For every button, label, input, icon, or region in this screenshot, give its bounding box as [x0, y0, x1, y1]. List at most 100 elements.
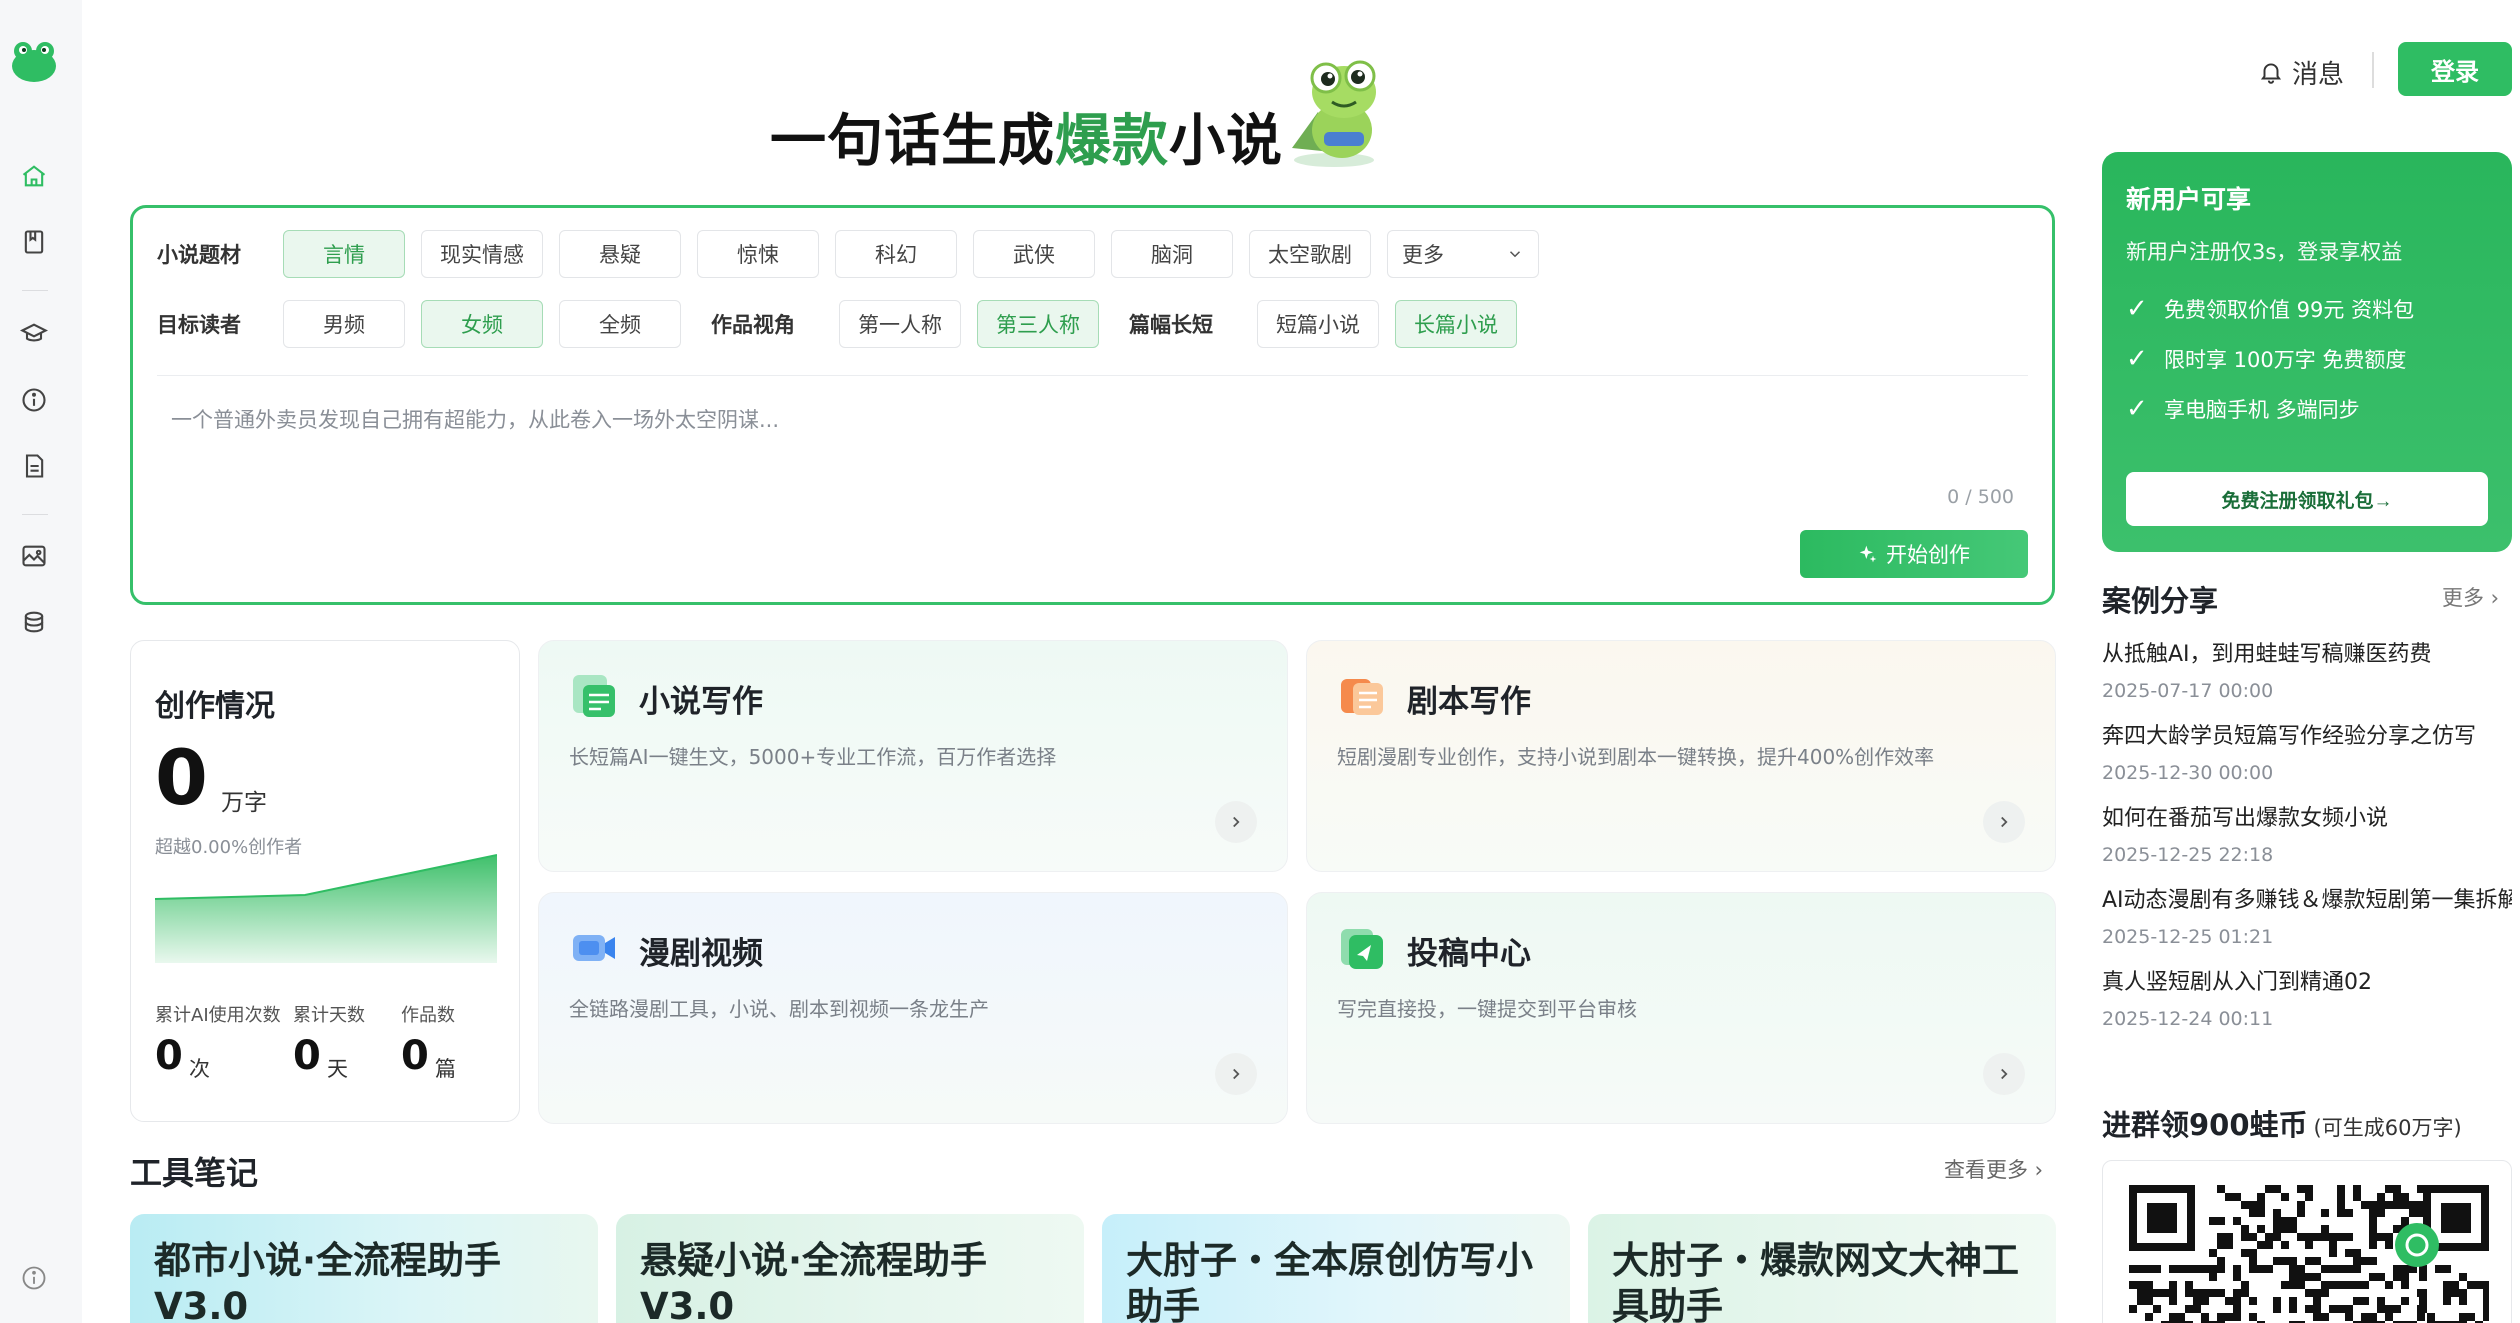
- info-icon[interactable]: [20, 386, 48, 414]
- chevron-right-icon[interactable]: [1215, 1053, 1257, 1095]
- case-item[interactable]: 真人竖短剧从入门到精通02 2025-12-24 00:11: [2102, 964, 2512, 1030]
- view-chip[interactable]: 第一人称: [839, 300, 961, 348]
- chevron-right-icon[interactable]: [1215, 801, 1257, 843]
- feature-card-script[interactable]: 剧本写作 短剧漫剧专业创作，支持小说到剧本一键转换，提升400%创作效率: [1306, 640, 2056, 872]
- script-icon: [1341, 679, 1383, 715]
- tool-card-title: 都市小说·全流程助手: [154, 1239, 502, 1282]
- case-date: 2025-07-17 00:00: [2102, 680, 2274, 702]
- works-label: 作品数: [401, 1005, 455, 1026]
- topic-chip[interactable]: 武侠: [973, 230, 1095, 278]
- tool-card[interactable]: 大肘子・全本原创仿写小 助手: [1102, 1214, 1570, 1323]
- case-title: 奔四大龄学员短篇写作经验分享之仿写: [2102, 724, 2477, 749]
- reader-row: 目标读者 男频 女频 全频 作品视角 第一人称 第三人称 篇幅长短 短篇小说 长…: [157, 300, 1533, 348]
- case-title: 如何在番茄写出爆款女频小说: [2102, 806, 2389, 831]
- tool-card[interactable]: 都市小说·全流程助手 V3.0: [130, 1214, 598, 1323]
- chevron-right-icon[interactable]: [1983, 801, 2025, 843]
- check-icon: ✓: [2126, 294, 2148, 324]
- frog-logo-icon[interactable]: [10, 38, 58, 86]
- tool-notes-title: 工具笔记: [130, 1154, 259, 1192]
- check-icon: ✓: [2126, 394, 2148, 424]
- reader-chip[interactable]: 女频: [421, 300, 543, 348]
- cases-title: 案例分享: [2102, 584, 2219, 618]
- document-icon[interactable]: [20, 452, 48, 480]
- topic-chip[interactable]: 脑洞: [1111, 230, 1233, 278]
- feature-card-novel[interactable]: 小说写作 长短篇AI一键生文，5000+专业工作流，百万作者选择: [538, 640, 1288, 872]
- home-icon[interactable]: [20, 162, 48, 190]
- topic-chip[interactable]: 惊悚: [697, 230, 819, 278]
- start-creation-label: 开始创作: [1886, 544, 1970, 567]
- case-item[interactable]: 从抵触AI，到用蛙蛙写稿赚医药费 2025-07-17 00:00: [2102, 636, 2512, 702]
- rail-divider: [22, 290, 48, 291]
- promo-title: 新用户可享: [2126, 185, 2252, 214]
- days-unit: 天: [327, 1057, 348, 1081]
- feature-title: 漫剧视频: [639, 936, 763, 972]
- chevron-right-icon[interactable]: [1983, 1053, 2025, 1095]
- login-button[interactable]: 登录: [2398, 42, 2512, 96]
- tool-card[interactable]: 大肘子・爆款网文大神工 具助手: [1588, 1214, 2056, 1323]
- graduation-cap-icon[interactable]: [20, 320, 48, 348]
- coins-icon[interactable]: [20, 608, 48, 636]
- topic-more-dropdown[interactable]: 更多: [1387, 230, 1539, 278]
- case-title: AI动态漫剧有多赚钱＆爆款短剧第一集拆解: [2102, 888, 2512, 913]
- tool-notes-more-label: 查看更多: [1944, 1158, 2028, 1182]
- topic-chip[interactable]: 言情: [283, 230, 405, 278]
- chevron-down-icon: [1509, 251, 1521, 258]
- works-unit: 篇: [435, 1057, 456, 1081]
- feature-desc: 全链路漫剧工具，小说、剧本到视频一条龙生产: [569, 997, 989, 1021]
- prompt-divider: [157, 375, 2028, 376]
- feature-title: 小说写作: [639, 684, 763, 720]
- tool-card[interactable]: 悬疑小说·全流程助手 V3.0: [616, 1214, 1084, 1323]
- case-item[interactable]: 如何在番茄写出爆款女频小说 2025-12-25 22:18: [2102, 800, 2512, 866]
- hero-title-post: 小说: [1169, 109, 1283, 174]
- ai-usage-value: 0: [155, 1033, 183, 1079]
- cases-more-label: 更多: [2442, 586, 2484, 610]
- topic-more-label: 更多: [1402, 243, 1444, 267]
- tool-card-subtitle: V3.0: [154, 1285, 249, 1323]
- topic-chip[interactable]: 悬疑: [559, 230, 681, 278]
- days-label: 累计天数: [293, 1005, 365, 1026]
- feature-desc: 长短篇AI一键生文，5000+专业工作流，百万作者选择: [569, 745, 1057, 769]
- register-gift-button[interactable]: 免费注册领取礼包→: [2126, 472, 2488, 526]
- prompt-panel: 小说题材 言情 现实情感 悬疑 惊悚 科幻 武侠 脑洞 太空歌剧 更多 目标读者…: [130, 205, 2055, 605]
- case-item[interactable]: 奔四大龄学员短篇写作经验分享之仿写 2025-12-30 00:00: [2102, 718, 2512, 784]
- image-edit-icon[interactable]: [20, 542, 48, 570]
- messages-button[interactable]: 消息: [2258, 52, 2344, 92]
- bell-icon: [2260, 63, 2282, 84]
- story-prompt-input[interactable]: [171, 408, 1971, 432]
- hero-title-highlight: 爆款: [1055, 109, 1169, 174]
- feature-title: 剧本写作: [1407, 684, 1531, 720]
- case-item[interactable]: AI动态漫剧有多赚钱＆爆款短剧第一集拆解 2025-12-25 01:21: [2102, 882, 2512, 948]
- feature-card-submit[interactable]: 投稿中心 写完直接投，一键提交到平台审核: [1306, 892, 2056, 1124]
- promo-benefit-text: 限时享 100万字 免费额度: [2164, 348, 2407, 372]
- tool-card-subtitle: 具助手: [1612, 1285, 1723, 1323]
- group-qr-panel: [2102, 1160, 2512, 1323]
- feature-desc: 短剧漫剧专业创作，支持小说到剧本一键转换，提升400%创作效率: [1337, 745, 1935, 769]
- topic-chip[interactable]: 科幻: [835, 230, 957, 278]
- days-value: 0: [293, 1033, 321, 1079]
- reader-label: 目标读者: [157, 313, 241, 337]
- reader-chip[interactable]: 男频: [283, 300, 405, 348]
- reader-chip[interactable]: 全频: [559, 300, 681, 348]
- sparkle-icon: [1859, 545, 1877, 563]
- book-icon[interactable]: [20, 228, 48, 256]
- ai-usage-label: 累计AI使用次数: [155, 1005, 281, 1026]
- group-title-text: 进群领900蛙币: [2102, 1108, 2308, 1142]
- topic-chip[interactable]: 现实情感: [421, 230, 543, 278]
- view-chip[interactable]: 第三人称: [977, 300, 1099, 348]
- group-subtitle: (可生成60万字): [2313, 1116, 2462, 1140]
- word-count-value: 0: [155, 733, 208, 822]
- help-info-icon[interactable]: [20, 1264, 48, 1292]
- topic-chip[interactable]: 太空歌剧: [1249, 230, 1371, 278]
- length-chip[interactable]: 长篇小说: [1395, 300, 1517, 348]
- cases-more-link[interactable]: 更多 ›: [2442, 582, 2499, 612]
- tool-notes-more-link[interactable]: 查看更多 ›: [1944, 1154, 2043, 1184]
- note-icon: [573, 675, 615, 717]
- feature-card-video[interactable]: 漫剧视频 全链路漫剧工具，小说、剧本到视频一条龙生产: [538, 892, 1288, 1124]
- char-counter: 0 / 500: [1947, 486, 2014, 508]
- start-creation-button[interactable]: 开始创作: [1800, 530, 2028, 578]
- rail-divider: [22, 514, 48, 515]
- case-date: 2025-12-30 00:00: [2102, 762, 2274, 784]
- promo-benefit: ✓ 免费领取价值 99元 资料包: [2126, 294, 2414, 324]
- length-chip[interactable]: 短篇小说: [1257, 300, 1379, 348]
- header-divider: [2372, 52, 2374, 88]
